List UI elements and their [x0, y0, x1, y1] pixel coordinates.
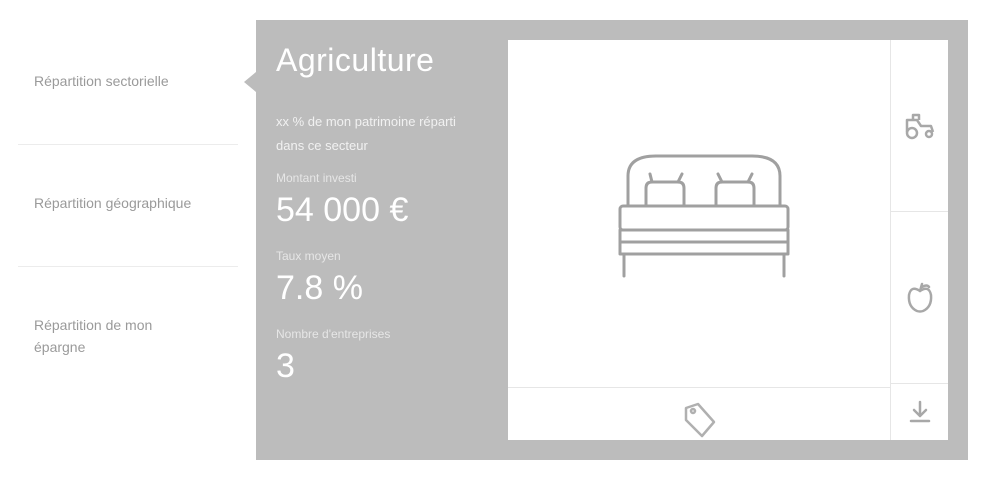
- bed-icon: [618, 154, 790, 278]
- hero-illustration: [508, 40, 890, 388]
- stat-label-rate: Taux moyen: [276, 249, 341, 263]
- tag-icon: [680, 400, 720, 445]
- sector-title: Agriculture: [276, 42, 435, 78]
- menu-divider: [18, 144, 238, 145]
- download-button[interactable]: [891, 384, 948, 440]
- menu-item-sector[interactable]: Répartition sectorielle: [18, 70, 238, 92]
- stat-value-rate: 7.8 %: [276, 269, 363, 307]
- apple-button[interactable]: [891, 212, 948, 384]
- tractor-icon: [905, 113, 934, 139]
- sector-description: xx % de mon patrimoine réparti dans ce s…: [276, 114, 456, 153]
- sector-breakdown-view: Répartition sectorielle Répartition géog…: [0, 0, 986, 479]
- download-icon: [909, 400, 930, 423]
- menu-item-geographic[interactable]: Répartition géographique: [18, 192, 238, 214]
- sector-stats: Agriculture xx % de mon patrimoine répar…: [276, 40, 486, 402]
- menu-divider: [18, 266, 238, 267]
- tractor-button[interactable]: [891, 40, 948, 212]
- stat-label-invested: Montant investi: [276, 171, 357, 185]
- side-actions: [890, 40, 948, 440]
- menu-item-savings[interactable]: Répartition de mon épargne: [18, 314, 188, 358]
- stat-label-companies: Nombre d'entreprises: [276, 327, 391, 341]
- apple-icon: [907, 282, 932, 313]
- sector-card: Agriculture xx % de mon patrimoine répar…: [256, 20, 968, 460]
- active-item-pointer: [244, 72, 256, 92]
- illustration-panel: [508, 40, 948, 440]
- stat-value-companies: 3: [276, 347, 295, 385]
- stat-value-invested: 54 000 €: [276, 191, 409, 229]
